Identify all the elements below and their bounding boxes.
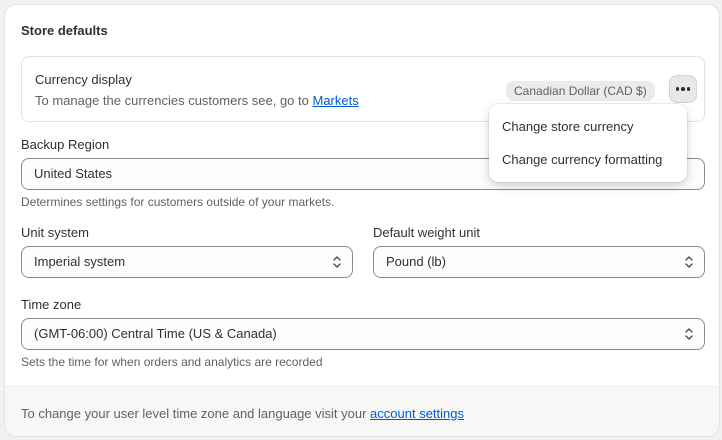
- menu-item-change-currency-formatting[interactable]: Change currency formatting: [489, 143, 687, 176]
- time-zone-help: Sets the time for when orders and analyt…: [21, 355, 323, 369]
- unit-system-value: Imperial system: [34, 254, 126, 269]
- time-zone-label: Time zone: [21, 297, 82, 312]
- time-zone-select[interactable]: (GMT-06:00) Central Time (US & Canada): [21, 318, 705, 350]
- currency-description-text: To manage the currencies customers see, …: [35, 93, 313, 108]
- store-defaults-card: Store defaults Currency display To manag…: [4, 4, 720, 437]
- backup-region-label: Backup Region: [21, 137, 110, 152]
- footer-description: To change your user level time zone and …: [21, 406, 371, 421]
- backup-region-help: Determines settings for customers outsid…: [21, 195, 335, 209]
- time-zone-value: (GMT-06:00) Central Time (US & Canada): [34, 326, 277, 341]
- currency-actions-menu: Change store currency Change currency fo…: [489, 104, 687, 182]
- backup-region-value: United States: [34, 166, 113, 181]
- weight-unit-select[interactable]: Pound (lb): [373, 246, 705, 278]
- select-chevron-icon: [685, 256, 693, 268]
- select-chevron-icon: [333, 256, 341, 268]
- menu-item-change-store-currency[interactable]: Change store currency: [489, 110, 687, 143]
- currency-display-description: To manage the currencies customers see, …: [35, 93, 359, 108]
- currency-display-label: Currency display: [35, 72, 132, 87]
- currency-badge: Canadian Dollar (CAD $): [506, 81, 655, 101]
- select-chevron-icon: [685, 328, 693, 340]
- unit-system-label: Unit system: [21, 225, 89, 240]
- ellipsis-horizontal-icon: [675, 87, 680, 91]
- account-settings-link[interactable]: account settings: [370, 406, 464, 421]
- weight-unit-label: Default weight unit: [373, 225, 480, 240]
- footer-text: To change your user level time zone and …: [21, 406, 464, 421]
- section-title: Store defaults: [21, 23, 108, 38]
- unit-system-select[interactable]: Imperial system: [21, 246, 353, 278]
- weight-unit-value: Pound (lb): [386, 254, 446, 269]
- more-actions-button[interactable]: [669, 75, 697, 103]
- footer: To change your user level time zone and …: [5, 386, 719, 436]
- markets-link[interactable]: Markets: [312, 93, 358, 108]
